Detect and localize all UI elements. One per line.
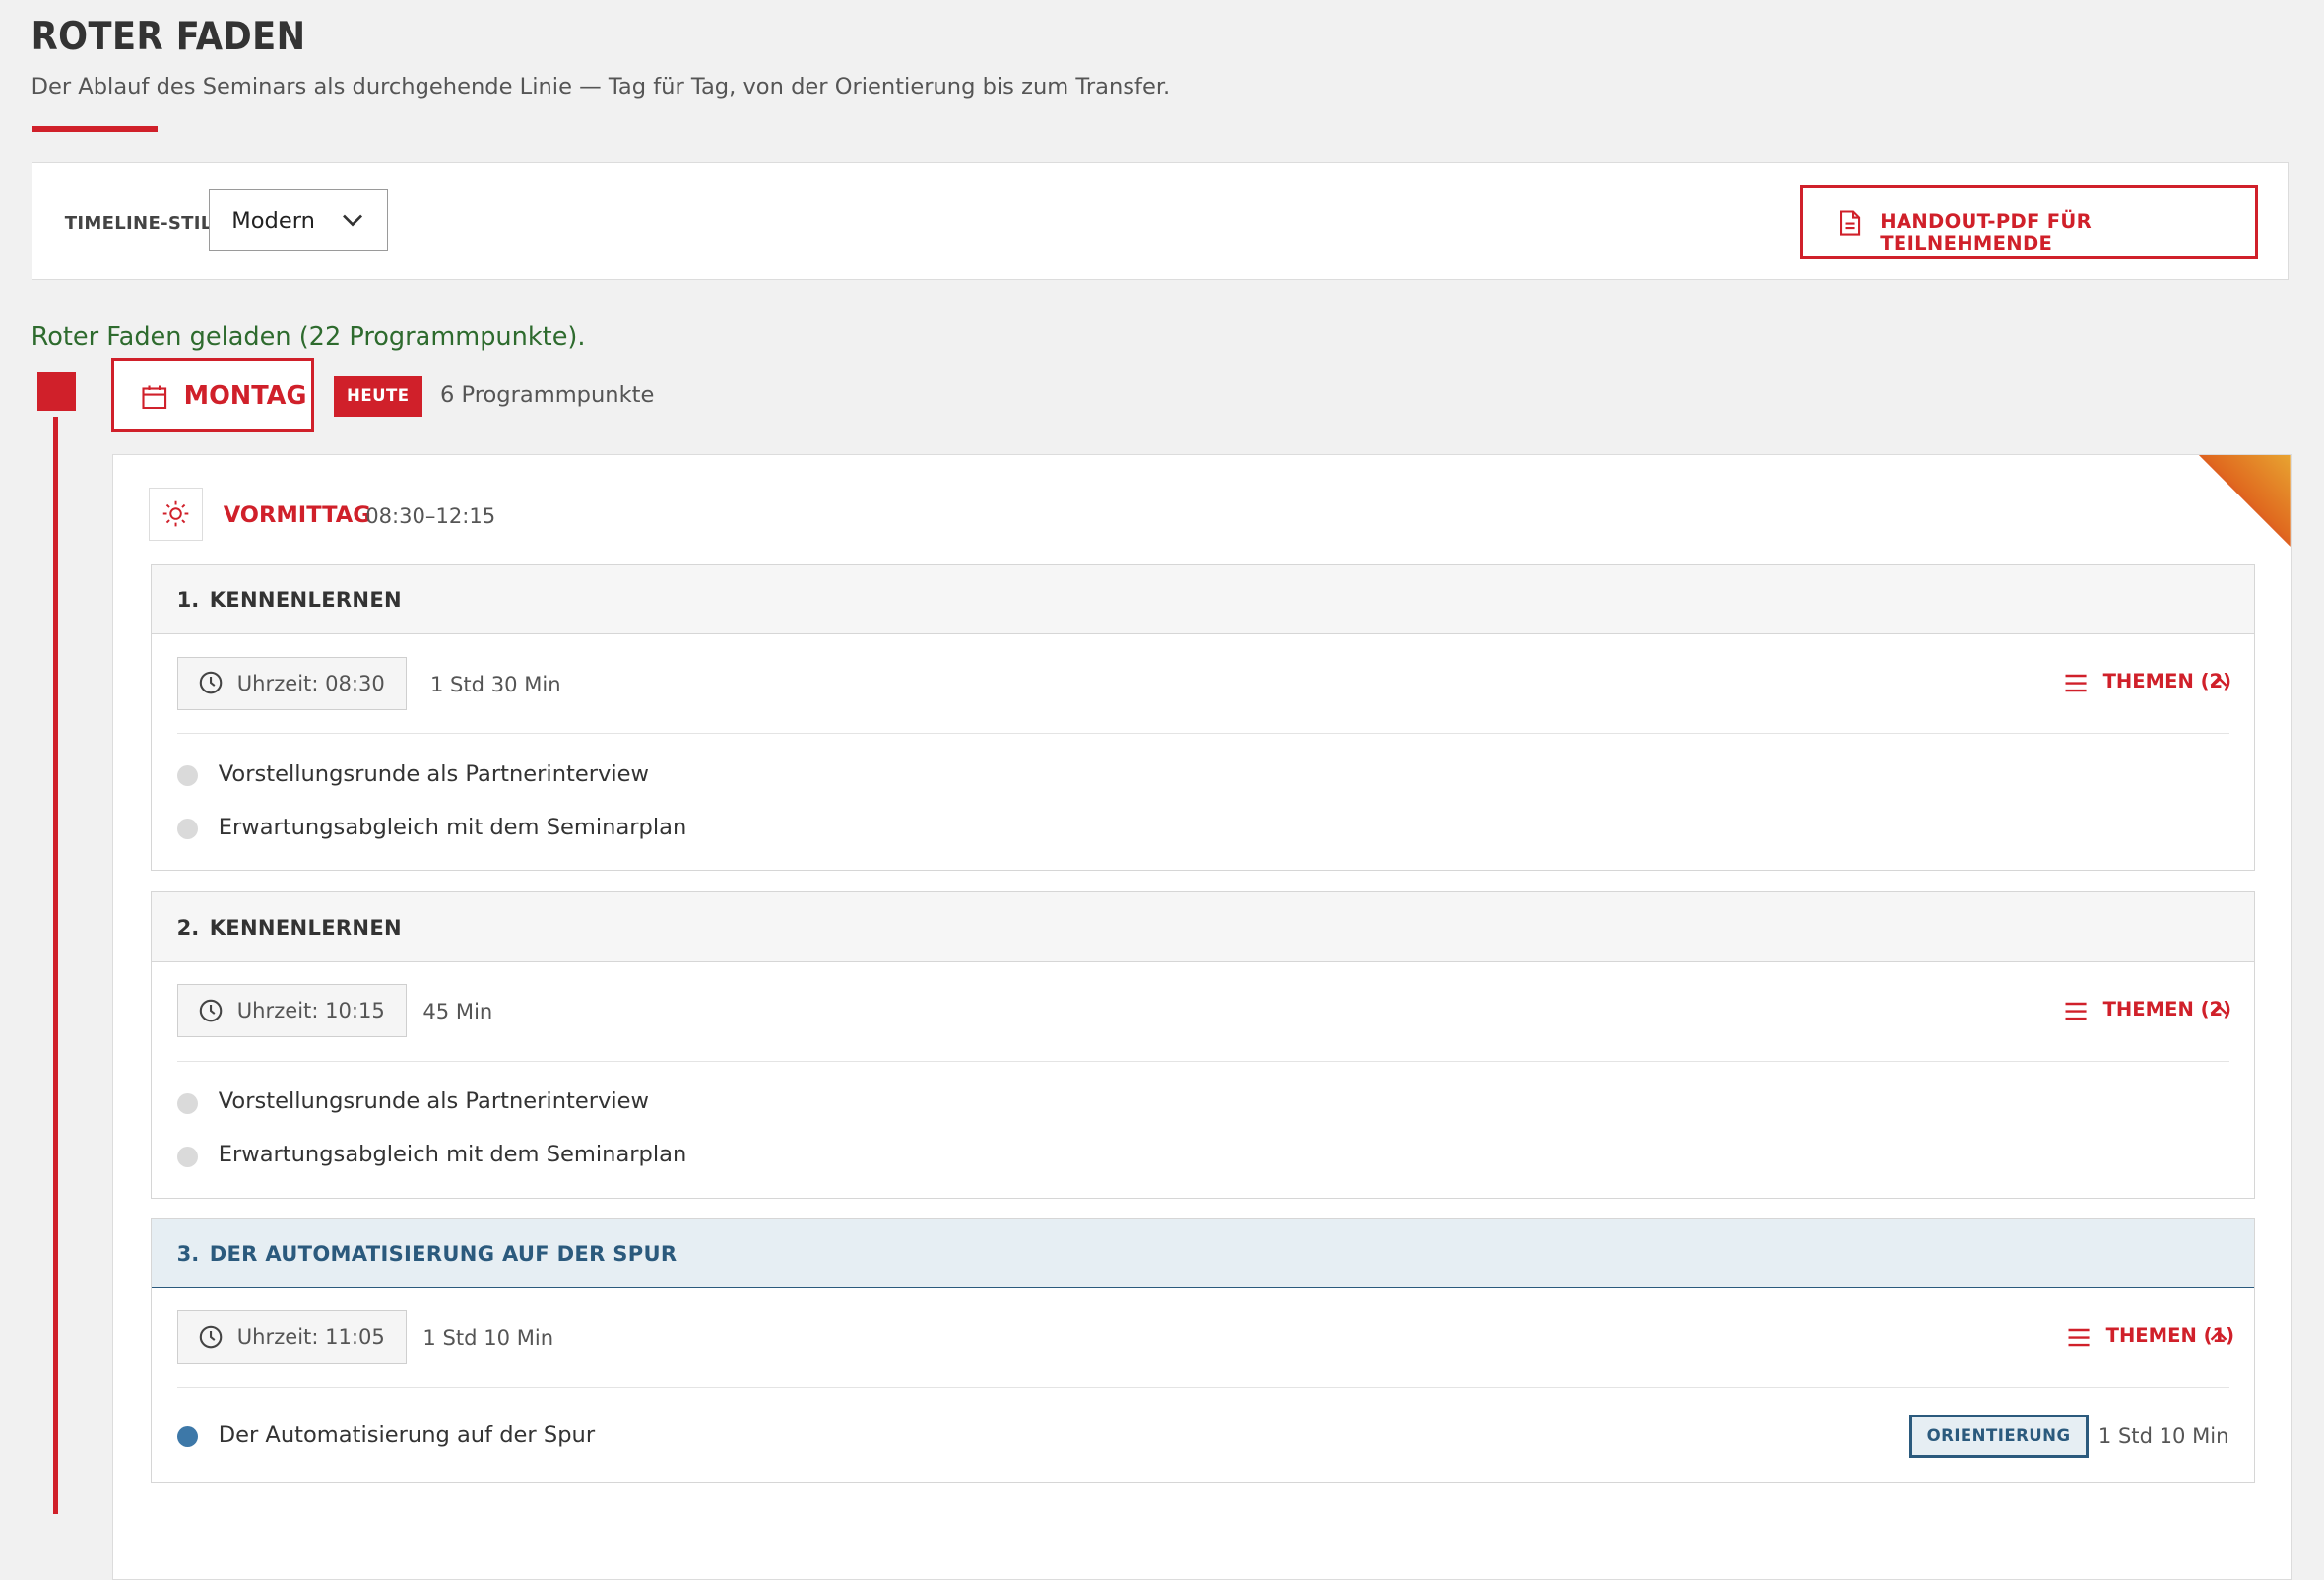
chevron-up-icon bbox=[2210, 676, 2227, 687]
today-badge: HEUTE bbox=[333, 376, 422, 417]
themes-toggle[interactable]: THEMEN (2) bbox=[2064, 998, 2231, 1024]
handout-pdf-button[interactable]: HANDOUT-PDF FÜR TEILNEHMENDE bbox=[1800, 184, 2259, 259]
topic-item: Erwartungsabgleich mit dem Seminarplan bbox=[176, 812, 2229, 847]
period-label: VORMITTAG bbox=[223, 501, 371, 528]
chevron-down-icon bbox=[343, 214, 363, 227]
time-text: Uhrzeit: 10:15 bbox=[236, 998, 385, 1023]
roter-faden-page: ROTER FADEN Der Ablauf des Seminars als … bbox=[0, 0, 2324, 1580]
timeline-style-value: Modern bbox=[231, 208, 315, 234]
item-header: 1. KENNENLERNEN bbox=[152, 564, 2255, 635]
day-card: VORMITTAG 08:30–12:15 1. KENNENLERNEN Uh… bbox=[112, 453, 2292, 1580]
page-subtitle: Der Ablauf des Seminars als durchgehende… bbox=[31, 74, 1171, 100]
time-box: Uhrzeit: 11:05 bbox=[176, 1310, 407, 1364]
item-title: KENNENLERNEN bbox=[209, 915, 402, 941]
timeline-style-select[interactable]: Modern bbox=[208, 189, 388, 252]
item-header-highlighted: 3. DER AUTOMATISIERUNG AUF DER SPUR bbox=[152, 1218, 2255, 1288]
topic-text: Vorstellungsrunde als Partnerinterview bbox=[218, 1088, 649, 1115]
time-text: Uhrzeit: 11:05 bbox=[236, 1324, 385, 1350]
topic-item: Vorstellungsrunde als Partnerinterview bbox=[176, 1086, 2229, 1121]
divider bbox=[176, 1060, 2229, 1063]
list-icon bbox=[2065, 675, 2088, 692]
topic-duration: 1 Std 10 Min bbox=[2098, 1423, 2229, 1449]
item-number: 1. bbox=[176, 587, 200, 613]
topic-bullet bbox=[176, 765, 198, 787]
topic-text: Der Automatisierung auf der Spur bbox=[218, 1421, 596, 1448]
program-item: 3. DER AUTOMATISIERUNG AUF DER SPUR Uhrz… bbox=[151, 1218, 2256, 1483]
timeline-marker bbox=[36, 371, 76, 411]
topic-bullet bbox=[176, 1092, 198, 1114]
themes-toggle[interactable]: THEMEN (1) bbox=[2067, 1324, 2234, 1350]
topic-item: Vorstellungsrunde als Partnerinterview bbox=[176, 758, 2229, 794]
document-icon bbox=[1840, 210, 1861, 236]
item-number: 2. bbox=[176, 915, 200, 941]
item-title: KENNENLERNEN bbox=[209, 587, 402, 613]
divider bbox=[176, 1386, 2229, 1389]
item-duration: 1 Std 30 Min bbox=[429, 671, 561, 696]
timeline-line bbox=[53, 416, 58, 1514]
topic-bullet bbox=[176, 1146, 198, 1167]
program-item: 2. KENNENLERNEN Uhrzeit: 10:15 45 Min TH… bbox=[151, 891, 2256, 1200]
sun-icon bbox=[162, 500, 188, 526]
timeline-style-label: TIMELINE-STIL bbox=[64, 213, 213, 234]
clock-icon bbox=[199, 671, 222, 694]
topic-bullet-active bbox=[176, 1426, 198, 1448]
page-title: ROTER FADEN bbox=[31, 15, 306, 60]
toolbar: TIMELINE-STIL Modern HANDOUT-PDF FÜR TEI… bbox=[31, 162, 2289, 281]
category-tag: ORIENTIERUNG bbox=[1908, 1415, 2089, 1458]
day-header-montag[interactable]: MONTAG bbox=[110, 357, 315, 433]
day-label: MONTAG bbox=[183, 380, 307, 411]
item-title: DER AUTOMATISIERUNG AUF DER SPUR bbox=[209, 1241, 678, 1267]
title-underline bbox=[31, 125, 158, 132]
period-time: 08:30–12:15 bbox=[365, 503, 496, 529]
item-duration: 1 Std 10 Min bbox=[422, 1325, 554, 1350]
time-box: Uhrzeit: 10:15 bbox=[176, 984, 407, 1038]
item-duration: 45 Min bbox=[422, 999, 493, 1024]
themes-toggle[interactable]: THEMEN (2) bbox=[2064, 670, 2231, 696]
status-message: Roter Faden geladen (22 Programmpunkte). bbox=[31, 321, 586, 352]
item-meta: Uhrzeit: 08:30 1 Std 30 Min THEMEN (2) bbox=[152, 634, 2254, 734]
time-box: Uhrzeit: 08:30 bbox=[176, 656, 407, 710]
item-meta: Uhrzeit: 11:05 1 Std 10 Min THEMEN (1) bbox=[152, 1288, 2254, 1388]
time-text: Uhrzeit: 08:30 bbox=[236, 670, 385, 695]
item-number: 3. bbox=[176, 1241, 200, 1267]
topic-item: Der Automatisierung auf der Spur ORIENTI… bbox=[176, 1415, 2229, 1458]
divider bbox=[176, 732, 2229, 735]
list-icon bbox=[2065, 1002, 2088, 1020]
topic-text: Erwartungsabgleich mit dem Seminarplan bbox=[218, 814, 687, 840]
clock-icon bbox=[199, 999, 222, 1022]
calendar-icon bbox=[142, 385, 167, 409]
topic-item: Erwartungsabgleich mit dem Seminarplan bbox=[176, 1139, 2229, 1174]
chevron-up-icon bbox=[2210, 1004, 2227, 1015]
chevron-up-icon bbox=[2210, 1330, 2227, 1341]
topic-bullet bbox=[176, 819, 198, 840]
corner-accent bbox=[2198, 454, 2291, 547]
topic-text: Erwartungsabgleich mit dem Seminarplan bbox=[218, 1142, 687, 1168]
clock-icon bbox=[199, 1325, 222, 1349]
list-icon bbox=[2068, 1328, 2091, 1347]
topic-text: Vorstellungsrunde als Partnerinterview bbox=[218, 760, 649, 787]
period-icon-box bbox=[149, 487, 203, 541]
day-item-count: 6 Programmpunkte bbox=[439, 382, 655, 409]
program-item: 1. KENNENLERNEN Uhrzeit: 08:30 1 Std 30 … bbox=[151, 563, 2256, 872]
item-meta: Uhrzeit: 10:15 45 Min THEMEN (2) bbox=[152, 962, 2254, 1062]
item-header: 2. KENNENLERNEN bbox=[152, 892, 2255, 962]
handout-pdf-label: HANDOUT-PDF FÜR TEILNEHMENDE bbox=[1880, 210, 2092, 256]
